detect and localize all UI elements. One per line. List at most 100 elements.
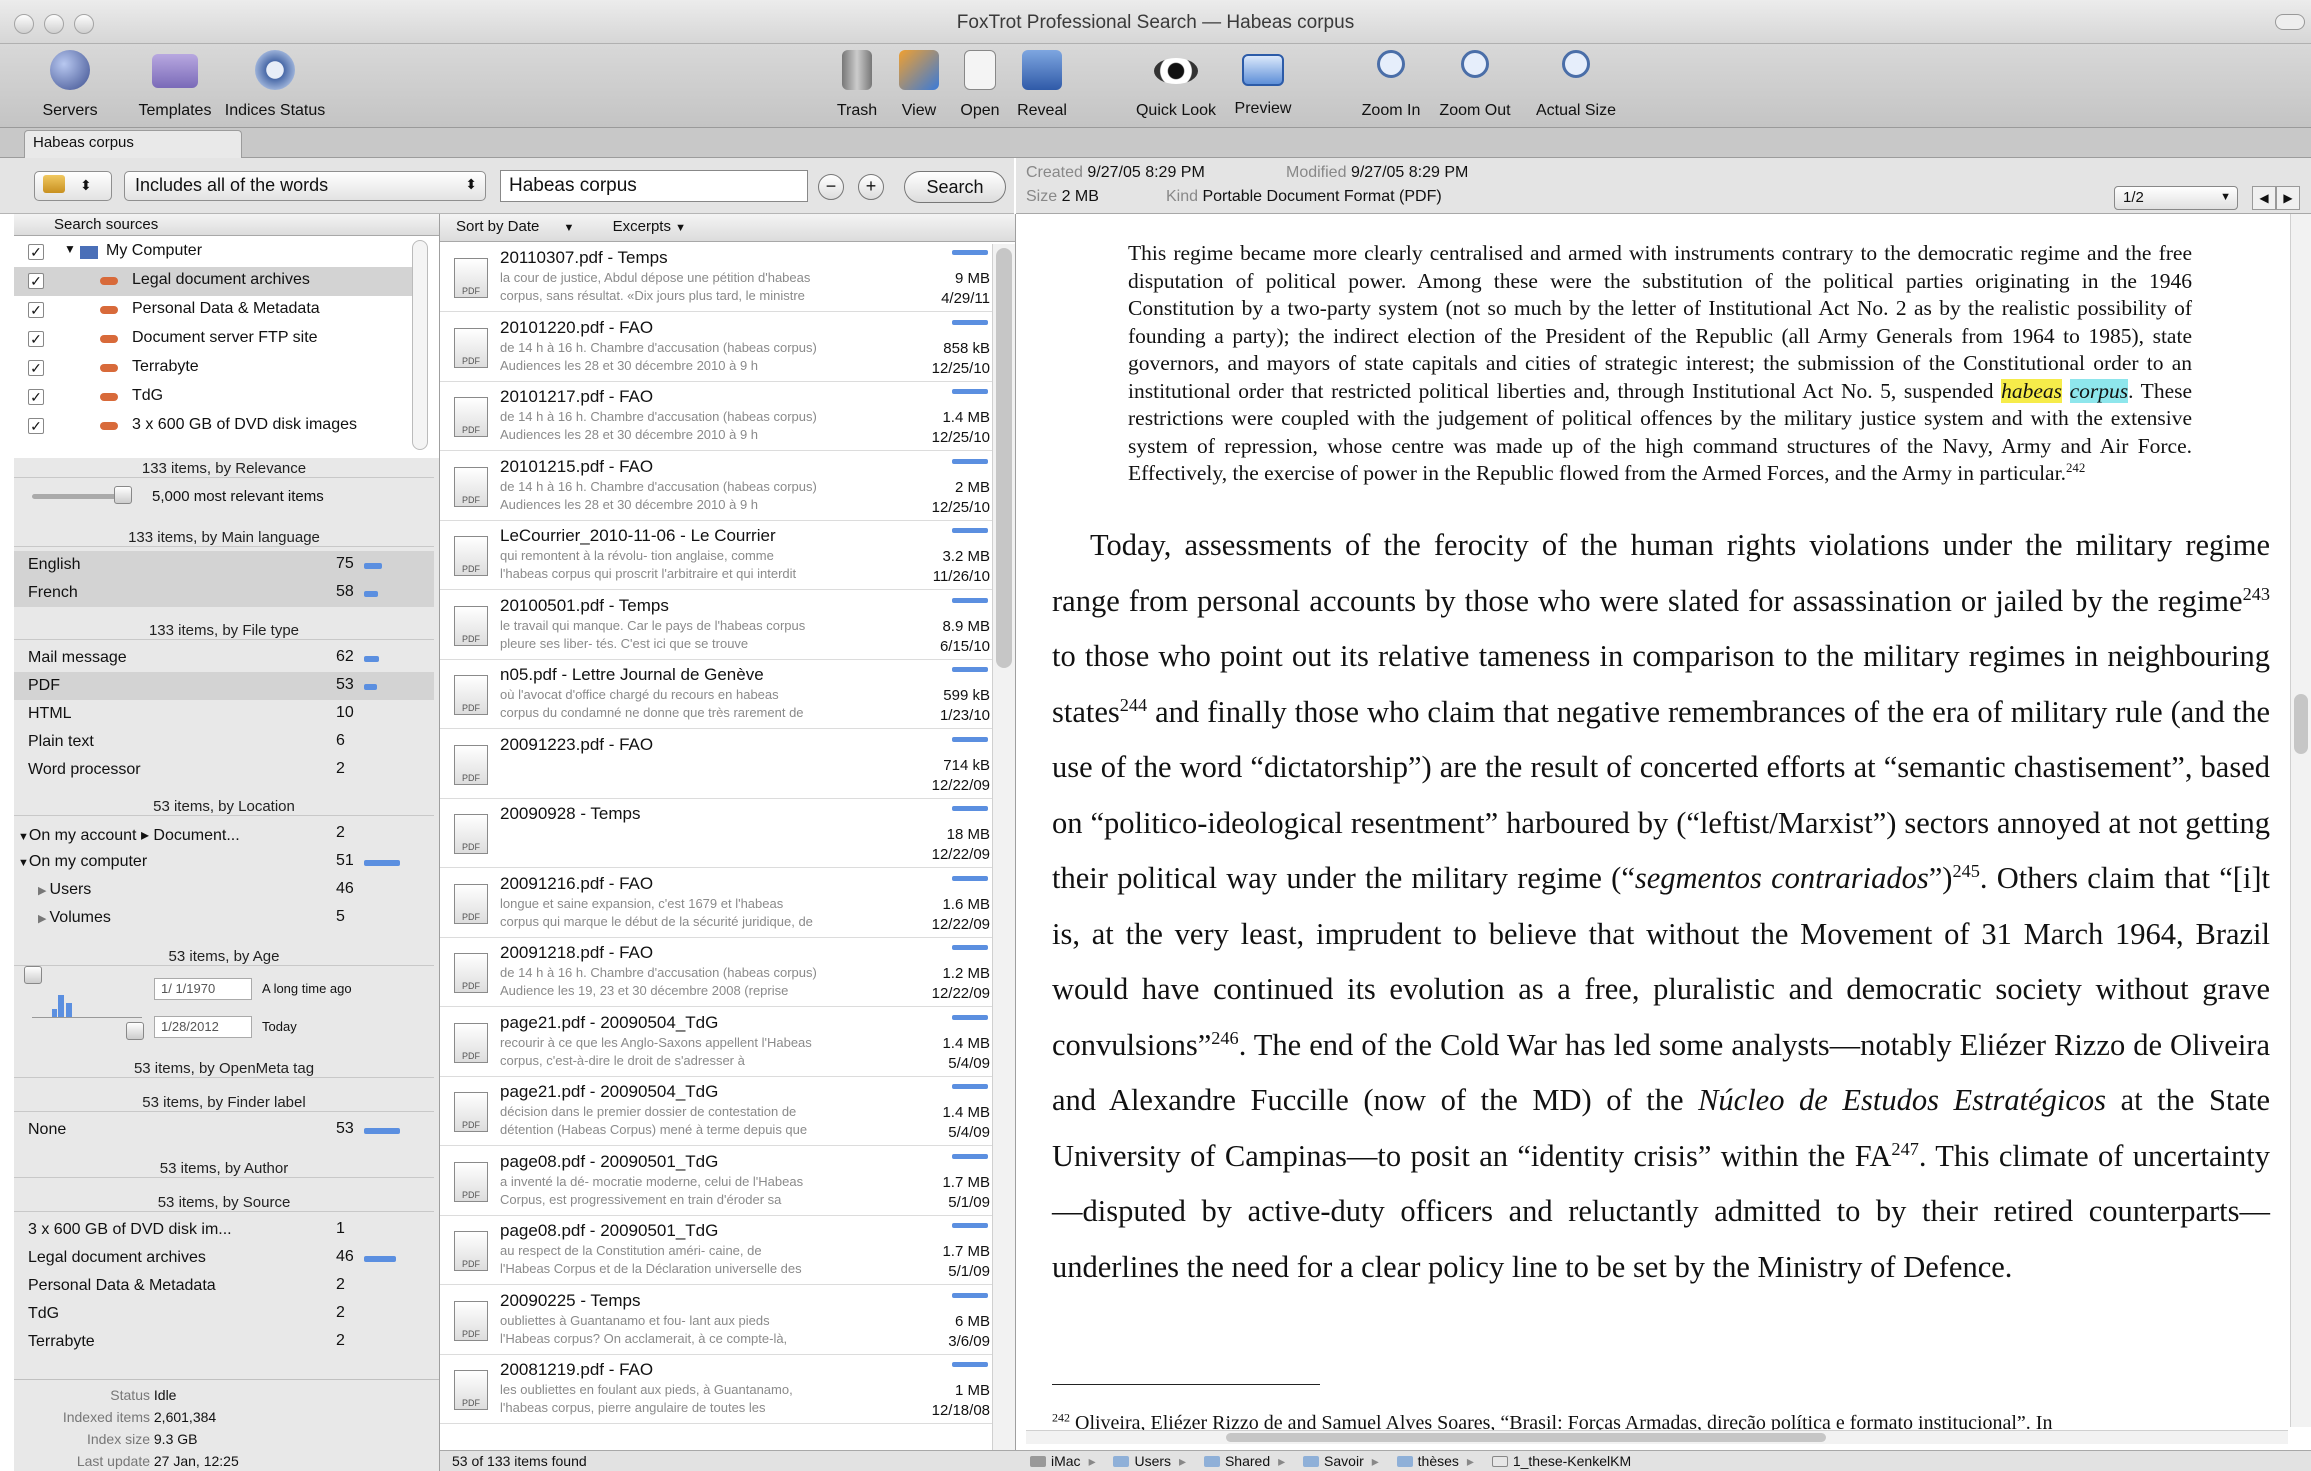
- search-button[interactable]: Search: [904, 171, 1006, 203]
- result-row[interactable]: PDF 20110307.pdf - Temps la cour de justic…: [440, 244, 996, 312]
- facet-row-mail[interactable]: Mail message 62: [14, 644, 434, 672]
- preview-button[interactable]: Preview: [1218, 50, 1308, 118]
- relevance-slider-knob[interactable]: [114, 486, 132, 504]
- path-item[interactable]: Shared: [1190, 1453, 1270, 1469]
- result-row[interactable]: PDF 20090225 - Temps oubliettes à Guantana…: [440, 1287, 996, 1355]
- indices-status-button[interactable]: Indices Status: [220, 50, 330, 120]
- facet-row-html[interactable]: HTML 10: [14, 700, 434, 728]
- facet-row-my-account[interactable]: ▼On my account ▸ Document... 2: [14, 820, 434, 848]
- disclosure-icon[interactable]: ▶: [38, 913, 50, 925]
- source-checkbox[interactable]: ✓: [28, 389, 44, 405]
- path-item[interactable]: Savoir: [1289, 1453, 1364, 1469]
- source-checkbox[interactable]: ✓: [28, 273, 44, 289]
- path-item[interactable]: Users: [1099, 1453, 1171, 1469]
- facet-row-source-legal[interactable]: Legal document archives 46: [14, 1244, 434, 1272]
- result-date: 12/25/10: [931, 499, 990, 516]
- servers-button[interactable]: Servers: [25, 50, 115, 120]
- facet-count: 1: [336, 1220, 345, 1237]
- templates-button[interactable]: Templates: [120, 50, 230, 120]
- result-row[interactable]: PDF page21.pdf - 20090504_TdG recourir à c…: [440, 1009, 996, 1077]
- result-row[interactable]: PDF 20100501.pdf - Temps le travail qui ma…: [440, 592, 996, 660]
- status-value: Idle: [153, 1387, 177, 1403]
- facet-row-my-computer[interactable]: ▼On my computer 51: [14, 848, 434, 876]
- facet-row-word-processor[interactable]: Word processor 2: [14, 756, 434, 784]
- source-checkbox[interactable]: ✓: [28, 244, 44, 260]
- result-row[interactable]: PDF 20101215.pdf - FAO de 14 h à 16 h. Cha…: [440, 453, 996, 521]
- reveal-icon: [1022, 50, 1062, 90]
- path-item[interactable]: iMac: [1030, 1453, 1081, 1469]
- remove-criterion-button[interactable]: −: [818, 174, 844, 200]
- quick-look-button[interactable]: Quick Look: [1126, 50, 1226, 120]
- toolbar-toggle-button[interactable]: [2275, 14, 2305, 30]
- age-to-knob[interactable]: [126, 1022, 144, 1040]
- source-dvd-images[interactable]: ✓ 3 x 600 GB of DVD disk images: [14, 412, 414, 441]
- disclosure-icon[interactable]: ▼: [18, 831, 29, 843]
- source-personal-data[interactable]: ✓ Personal Data & Metadata: [14, 296, 414, 325]
- result-excerpt: corpus, c'est-à-dire le droit de s'adres…: [500, 1053, 745, 1068]
- preview-hscroll-thumb[interactable]: [1226, 1433, 1826, 1442]
- result-row[interactable]: PDF page08.pdf - 20090501_TdG a inventé la…: [440, 1148, 996, 1216]
- result-row[interactable]: PDF 20081219.pdf - FAO les oubliettes en f…: [440, 1356, 996, 1424]
- result-row[interactable]: PDF 20091223.pdf - FAO 714 kB 12/22/09: [440, 731, 996, 799]
- disclosure-icon[interactable]: ▶: [38, 885, 50, 897]
- facet-row-none[interactable]: None 53: [14, 1116, 434, 1144]
- match-mode-select[interactable]: Includes all of the words ⬍: [124, 171, 486, 201]
- scope-popup[interactable]: ⬍: [34, 171, 112, 201]
- result-row[interactable]: PDF LeCourrier_2010-11-06 - Le Courrier qu…: [440, 522, 996, 590]
- previous-page-button[interactable]: ◀: [2252, 186, 2276, 210]
- facet-row-french[interactable]: French 58: [14, 579, 434, 607]
- facet-row-source-personal[interactable]: Personal Data & Metadata 2: [14, 1272, 434, 1300]
- result-title: 20081219.pdf - FAO: [500, 1360, 654, 1379]
- sort-popup[interactable]: Sort by Date ▼: [456, 218, 574, 235]
- result-row[interactable]: PDF 20091218.pdf - FAO de 14 h à 16 h. Cha…: [440, 939, 996, 1007]
- source-ftp-site[interactable]: ✓ Document server FTP site: [14, 325, 414, 354]
- result-row[interactable]: PDF 20101220.pdf - FAO de 14 h à 16 h. Cha…: [440, 314, 996, 382]
- path-item[interactable]: 1_these-KenkelKM: [1478, 1453, 1631, 1469]
- disclosure-icon[interactable]: ▼: [64, 242, 76, 256]
- result-row[interactable]: PDF 20101217.pdf - FAO de 14 h à 16 h. Cha…: [440, 383, 996, 451]
- age-from-knob[interactable]: [24, 966, 42, 984]
- path-item[interactable]: thèses: [1383, 1453, 1459, 1469]
- result-excerpt: détention (Habeas Corpus) mené à terme d…: [500, 1122, 808, 1137]
- source-legal-document-archives[interactable]: ✓ Legal document archives: [14, 267, 414, 296]
- source-checkbox[interactable]: ✓: [28, 331, 44, 347]
- result-row[interactable]: PDF n05.pdf - Lettre Journal de Genève où …: [440, 661, 996, 729]
- source-checkbox[interactable]: ✓: [28, 302, 44, 318]
- add-criterion-button[interactable]: +: [858, 174, 884, 200]
- preview-scrollbar[interactable]: [2290, 214, 2311, 1427]
- sources-scrollbar[interactable]: [412, 240, 428, 450]
- next-page-button[interactable]: ▶: [2276, 186, 2300, 210]
- facet-row-volumes[interactable]: ▶ Volumes 5: [14, 904, 434, 932]
- facet-row-source-dvd[interactable]: 3 x 600 GB of DVD disk im... 1: [14, 1216, 434, 1244]
- result-row[interactable]: PDF 20091216.pdf - FAO longue et saine exp…: [440, 870, 996, 938]
- zoom-out-button[interactable]: Zoom Out: [1430, 50, 1520, 120]
- age-to-field[interactable]: 1/28/2012: [154, 1016, 252, 1038]
- facet-row-plain-text[interactable]: Plain text 6: [14, 728, 434, 756]
- tab-habeas-corpus[interactable]: Habeas corpus: [24, 130, 242, 158]
- preview-scroll-thumb[interactable]: [2294, 694, 2308, 754]
- facet-row-source-tdg[interactable]: TdG 2: [14, 1300, 434, 1328]
- result-row[interactable]: PDF 20090928 - Temps 18 MB 12/22/09: [440, 800, 996, 868]
- results-scroll-thumb[interactable]: [996, 248, 1012, 668]
- facet-row-english[interactable]: English 75: [14, 551, 434, 579]
- search-input[interactable]: Habeas corpus: [500, 170, 808, 202]
- preview-horizontal-scrollbar[interactable]: [1026, 1430, 2288, 1444]
- excerpts-popup[interactable]: Excerpts ▼: [613, 218, 686, 235]
- source-tdg[interactable]: ✓ TdG: [14, 383, 414, 412]
- facet-row-pdf[interactable]: PDF 53: [14, 672, 434, 700]
- disclosure-icon[interactable]: ▼: [18, 857, 29, 869]
- source-checkbox[interactable]: ✓: [28, 418, 44, 434]
- result-row[interactable]: PDF page08.pdf - 20090501_TdG au respect d…: [440, 1217, 996, 1285]
- zoom-in-button[interactable]: Zoom In: [1346, 50, 1436, 120]
- facet-row-users[interactable]: ▶ Users 46: [14, 876, 434, 904]
- results-scrollbar[interactable]: [992, 244, 1015, 1471]
- facet-row-source-terrabyte[interactable]: Terrabyte 2: [14, 1328, 434, 1356]
- source-checkbox[interactable]: ✓: [28, 360, 44, 376]
- result-row[interactable]: PDF page21.pdf - 20090504_TdG décision dan…: [440, 1078, 996, 1146]
- age-from-field[interactable]: 1/ 1/1970: [154, 978, 252, 1000]
- source-my-computer[interactable]: ✓ ▼ My Computer: [14, 238, 414, 267]
- reveal-button[interactable]: Reveal: [997, 50, 1087, 120]
- actual-size-button[interactable]: Actual Size: [1526, 50, 1626, 120]
- source-terrabyte[interactable]: ✓ Terrabyte: [14, 354, 414, 383]
- page-select[interactable]: 1/2 ▼: [2114, 186, 2238, 210]
